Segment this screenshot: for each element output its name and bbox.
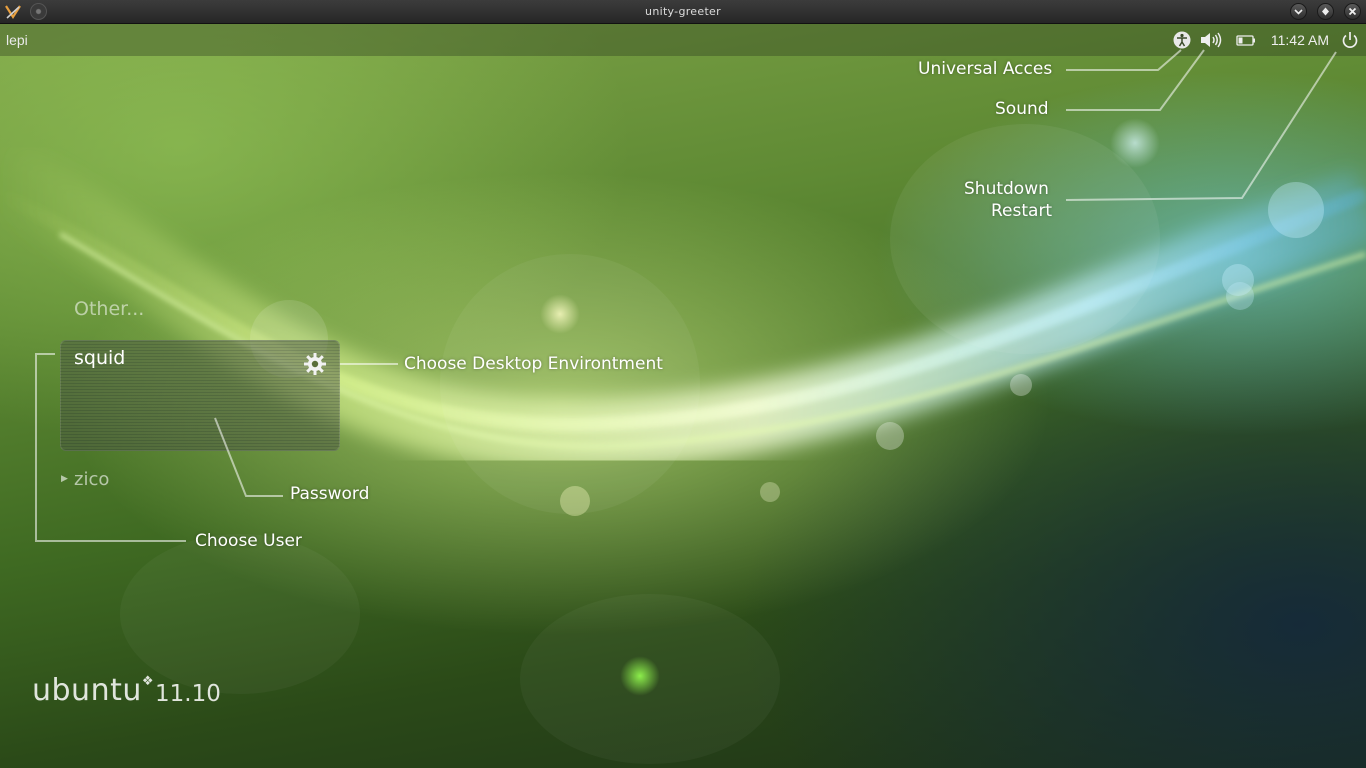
annotation-password: Password: [290, 484, 370, 504]
accessibility-icon[interactable]: [1172, 30, 1192, 50]
window-title: unity-greeter: [645, 5, 721, 18]
bokeh-light: [620, 656, 660, 696]
bokeh-light: [876, 422, 904, 450]
hostname-label: lepi: [6, 32, 28, 48]
session-gear-icon[interactable]: [303, 352, 327, 376]
chevron-down-icon: [1294, 9, 1303, 15]
volume-icon[interactable]: [1199, 30, 1223, 50]
bokeh-light: [1226, 282, 1254, 310]
bokeh-light: [120, 534, 360, 694]
battery-icon[interactable]: [1235, 30, 1257, 50]
user-list-item[interactable]: zico: [74, 469, 109, 490]
diamond-icon: [1322, 7, 1329, 16]
window-titlebar: unity-greeter: [0, 0, 1366, 24]
ubuntu-version: 11.10: [155, 681, 221, 707]
bokeh-light: [1110, 118, 1160, 168]
annotation-universal-access: Universal Acces: [918, 59, 1053, 79]
bokeh-light: [560, 486, 590, 516]
annotation-sound: Sound: [995, 99, 1049, 119]
power-icon[interactable]: [1340, 30, 1360, 50]
ubuntu-logo: ubuntu❖: [32, 673, 154, 708]
triangle-right-icon: ▶: [61, 474, 68, 484]
bokeh-light: [1010, 374, 1032, 396]
close-button[interactable]: [1344, 3, 1361, 20]
minimize-button[interactable]: [1290, 3, 1307, 20]
ubuntu-logo-text: ubuntu: [32, 673, 142, 708]
clock[interactable]: 11:42 AM: [1271, 32, 1329, 48]
bokeh-light: [440, 254, 700, 514]
other-user-option[interactable]: Other...: [74, 298, 144, 320]
circle-of-friends-icon: ❖: [141, 674, 155, 689]
close-icon: [1348, 7, 1357, 16]
top-panel: lepi 11:42 AM: [0, 24, 1366, 56]
bokeh-light: [760, 482, 780, 502]
maximize-button[interactable]: [1317, 3, 1334, 20]
annotation-shutdown: Shutdown: [964, 179, 1049, 199]
annotation-choose-user: Choose User: [195, 531, 302, 551]
annotation-restart: Restart: [991, 201, 1053, 221]
bokeh-light: [1268, 182, 1324, 238]
bokeh-light: [540, 294, 580, 334]
annotation-desktop-environment: Choose Desktop Environtment: [404, 354, 663, 374]
selected-user-name[interactable]: squid: [74, 347, 125, 369]
